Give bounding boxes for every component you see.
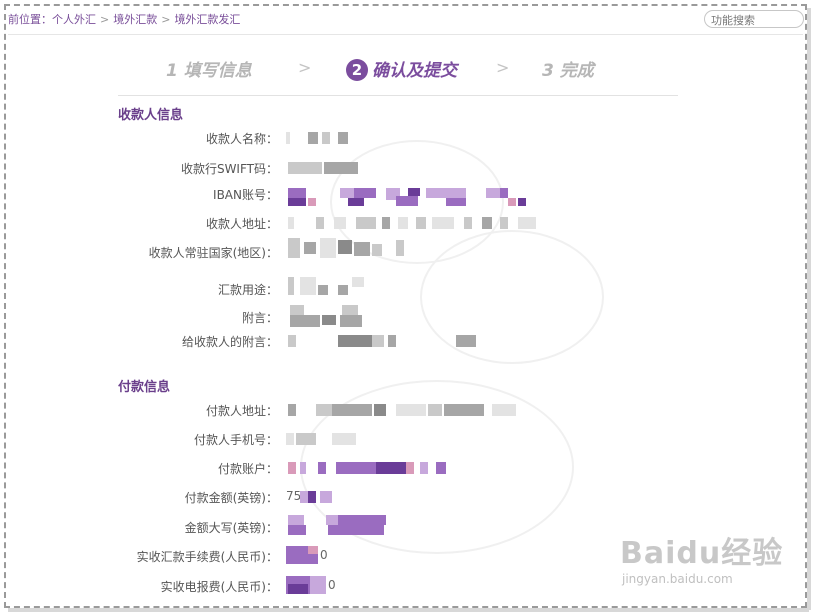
payment-amount-value: 75: [286, 489, 302, 503]
chevron-right-icon: >: [496, 58, 510, 77]
breadcrumb: 前位置：个人外汇 > 境外汇款 > 境外汇款发汇: [8, 11, 240, 27]
breadcrumb-item-overseas-remit[interactable]: 境外汇款: [113, 13, 157, 26]
step-fill-info: 1 填写信息: [166, 56, 252, 81]
chevron-right-icon: >: [298, 58, 312, 77]
field-label: 金额大写(英镑)：: [184, 521, 278, 535]
frame-shadow-bottom: [8, 608, 809, 612]
field-row-payer-account: 付款账户：: [0, 460, 813, 480]
breadcrumb-separator: >: [161, 13, 171, 26]
watermark-brand: Baidu经验: [620, 536, 784, 571]
watermark-url: jingyan.baidu.com: [622, 572, 733, 586]
step-label: 填写信息: [183, 61, 252, 81]
field-row-payer-mobile: 付款人手机号：: [0, 431, 813, 451]
remit-fee-value: 0: [320, 548, 328, 562]
field-label: 付款人手机号：: [193, 433, 278, 447]
step-number: 1: [166, 61, 178, 81]
progress-steps: 1 填写信息 > 2 确认及提交 > 3 完成: [118, 56, 678, 82]
field-label: 付款人地址：: [205, 404, 278, 418]
function-search-input[interactable]: 功能搜索: [704, 10, 804, 28]
field-row-remark-to-payee: 给收款人的附言：: [0, 333, 813, 353]
section-title-payer: 付款信息: [118, 380, 171, 395]
field-label: 给收款人的附言：: [181, 335, 278, 349]
field-row-payee-name: 收款人名称：: [0, 130, 813, 150]
field-label: 收款人名称：: [205, 132, 278, 146]
step-confirm-submit: 2 确认及提交: [346, 56, 457, 81]
field-label: 收款人地址：: [205, 217, 278, 231]
breadcrumb-item-remit-send[interactable]: 境外汇款发汇: [174, 13, 240, 26]
header-divider: [8, 34, 803, 35]
field-row-remark: 附言：: [0, 305, 813, 329]
baidu-jingyan-watermark: Baidu经验 jingyan.baidu.com: [620, 528, 783, 586]
search-placeholder: 功能搜索: [711, 14, 755, 27]
telegraph-fee-value: 0: [328, 578, 336, 592]
step-number-circle: 2: [346, 59, 368, 81]
field-label: 汇款用途：: [217, 283, 278, 297]
field-label: 付款金额(英镑)：: [184, 491, 278, 505]
field-label: 收款行SWIFT码：: [180, 162, 278, 176]
field-row-iban: IBAN账号：: [0, 186, 813, 206]
field-row-swift: 收款行SWIFT码：: [0, 160, 813, 180]
steps-divider: [118, 95, 678, 96]
step-complete: 3 完成: [542, 56, 594, 81]
breadcrumb-separator: >: [100, 13, 110, 26]
step-label: 确认及提交: [372, 61, 457, 81]
field-label: 实收电报费(人民币)：: [160, 580, 278, 594]
field-row-payee-address: 收款人地址：: [0, 215, 813, 235]
breadcrumb-prefix: 前位置：: [8, 13, 52, 26]
step-label: 完成: [559, 61, 594, 81]
step-number: 3: [542, 61, 554, 81]
field-label: 收款人常驻国家(地区)：: [148, 246, 278, 260]
field-label: 付款账户：: [217, 462, 278, 476]
field-row-payee-country: 收款人常驻国家(地区)：: [0, 238, 813, 264]
field-label: 实收汇款手续费(人民币)：: [136, 550, 278, 564]
field-label: 附言：: [241, 311, 278, 325]
field-row-payer-address: 付款人地址：: [0, 402, 813, 422]
field-label: IBAN账号：: [213, 188, 278, 202]
field-row-purpose: 汇款用途：: [0, 277, 813, 301]
section-title-payee: 收款人信息: [118, 108, 184, 123]
field-row-payment-amount: 付款金额(英镑)： 75: [0, 489, 813, 509]
breadcrumb-item-personal-fx[interactable]: 个人外汇: [52, 13, 96, 26]
